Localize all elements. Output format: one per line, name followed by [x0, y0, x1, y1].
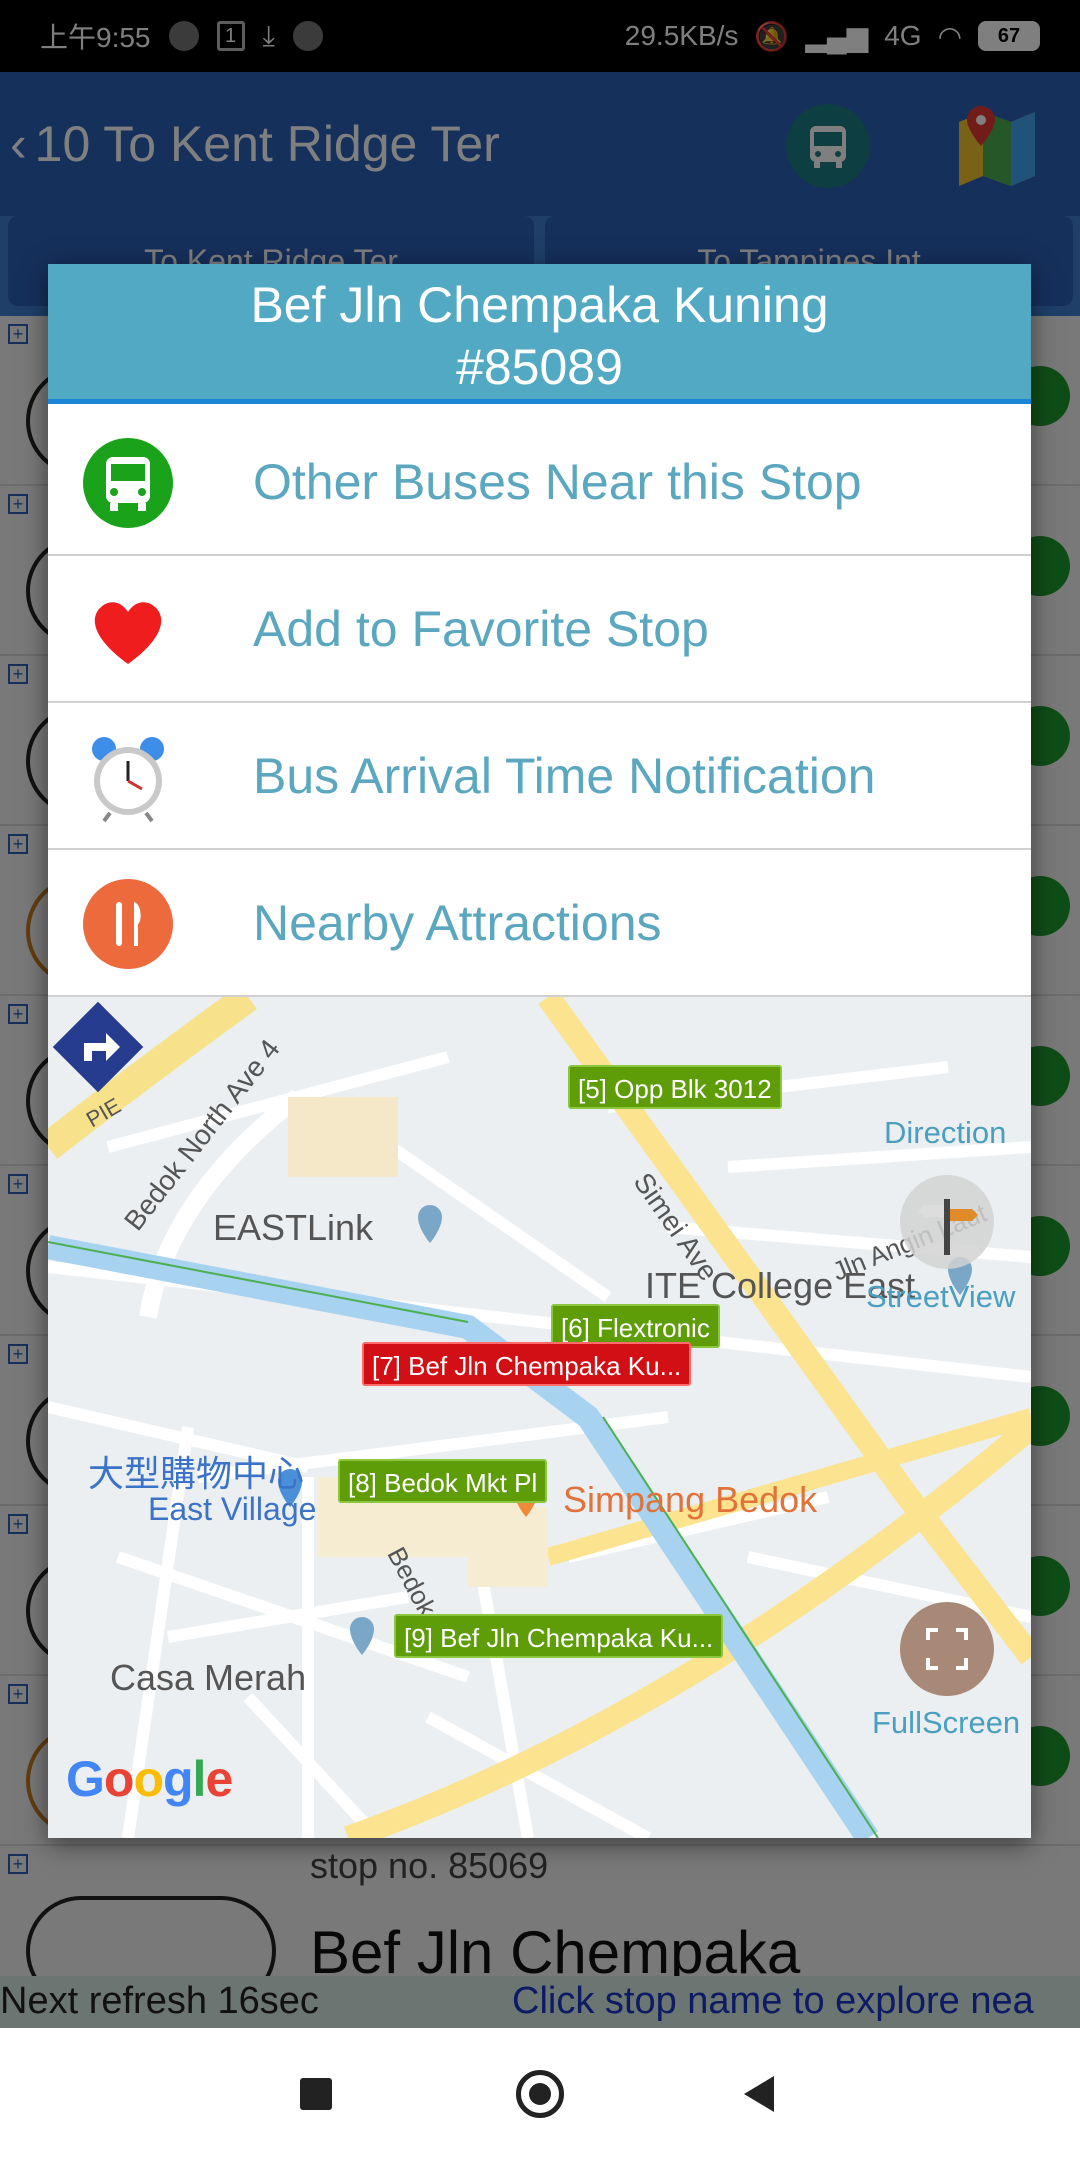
map-marker-stop-5[interactable]: [5] Opp Blk 3012	[568, 1065, 782, 1109]
map-marker-stop-8[interactable]: [8] Bedok Mkt Pl	[338, 1459, 548, 1503]
home-icon[interactable]	[516, 2070, 564, 2118]
menu-label: Bus Arrival Time Notification	[253, 748, 876, 804]
map-marker-stop-7[interactable]: [7] Bef Jln Chempaka Ku...	[362, 1342, 692, 1386]
map-label-simpang-bedok: Simpang Bedok	[563, 1479, 818, 1520]
map-label-east-village-cn: 大型購物中心	[88, 1453, 305, 1494]
direction-label[interactable]: Direction	[884, 1115, 1006, 1151]
google-logo: Google	[66, 1751, 233, 1807]
street-view-label[interactable]: StreetView	[866, 1279, 1015, 1315]
map-label-casa-merah: Casa Merah	[110, 1657, 307, 1698]
restaurant-icon	[83, 879, 173, 969]
map-label-east-village: East Village	[148, 1491, 317, 1527]
menu-arrival-notification[interactable]: Bus Arrival Time Notification	[48, 703, 1031, 850]
fullscreen-label[interactable]: FullScreen	[872, 1705, 1020, 1741]
menu-add-favorite[interactable]: Add to Favorite Stop	[48, 556, 1031, 703]
menu-label: Other Buses Near this Stop	[253, 454, 862, 510]
expand-corners-icon	[926, 1628, 968, 1670]
dialog-stop-code: #85089	[456, 339, 623, 395]
system-nav-bar	[0, 2028, 1080, 2160]
alarm-clock-icon	[92, 737, 164, 823]
recents-icon[interactable]	[300, 2078, 332, 2110]
menu-other-buses[interactable]: Other Buses Near this Stop	[48, 409, 1031, 556]
stop-options-dialog: Bef Jln Chempaka Kuning #85089 Other Bus…	[48, 264, 1031, 1838]
map-label-eastlink: EASTLink	[213, 1207, 374, 1248]
stop-map[interactable]: PIE Bedok North Ave 4 EASTLink Simei Ave…	[48, 997, 1031, 1838]
dialog-header: Bef Jln Chempaka Kuning #85089	[48, 264, 1031, 404]
fullscreen-icon[interactable]	[900, 1602, 994, 1696]
menu-nearby-attractions[interactable]: Nearby Attractions	[48, 850, 1031, 997]
heart-icon	[94, 602, 162, 664]
street-view-icon[interactable]	[900, 1175, 994, 1269]
bus-icon	[83, 438, 173, 528]
signpost-icon	[918, 1199, 978, 1255]
menu-label: Nearby Attractions	[253, 895, 662, 951]
dialog-title: Bef Jln Chempaka Kuning	[250, 277, 829, 333]
map-marker-stop-9[interactable]: [9] Bef Jln Chempaka Ku...	[394, 1614, 724, 1658]
menu-label: Add to Favorite Stop	[253, 601, 709, 657]
direction-icon[interactable]	[48, 997, 148, 1097]
back-icon[interactable]	[744, 2076, 774, 2112]
